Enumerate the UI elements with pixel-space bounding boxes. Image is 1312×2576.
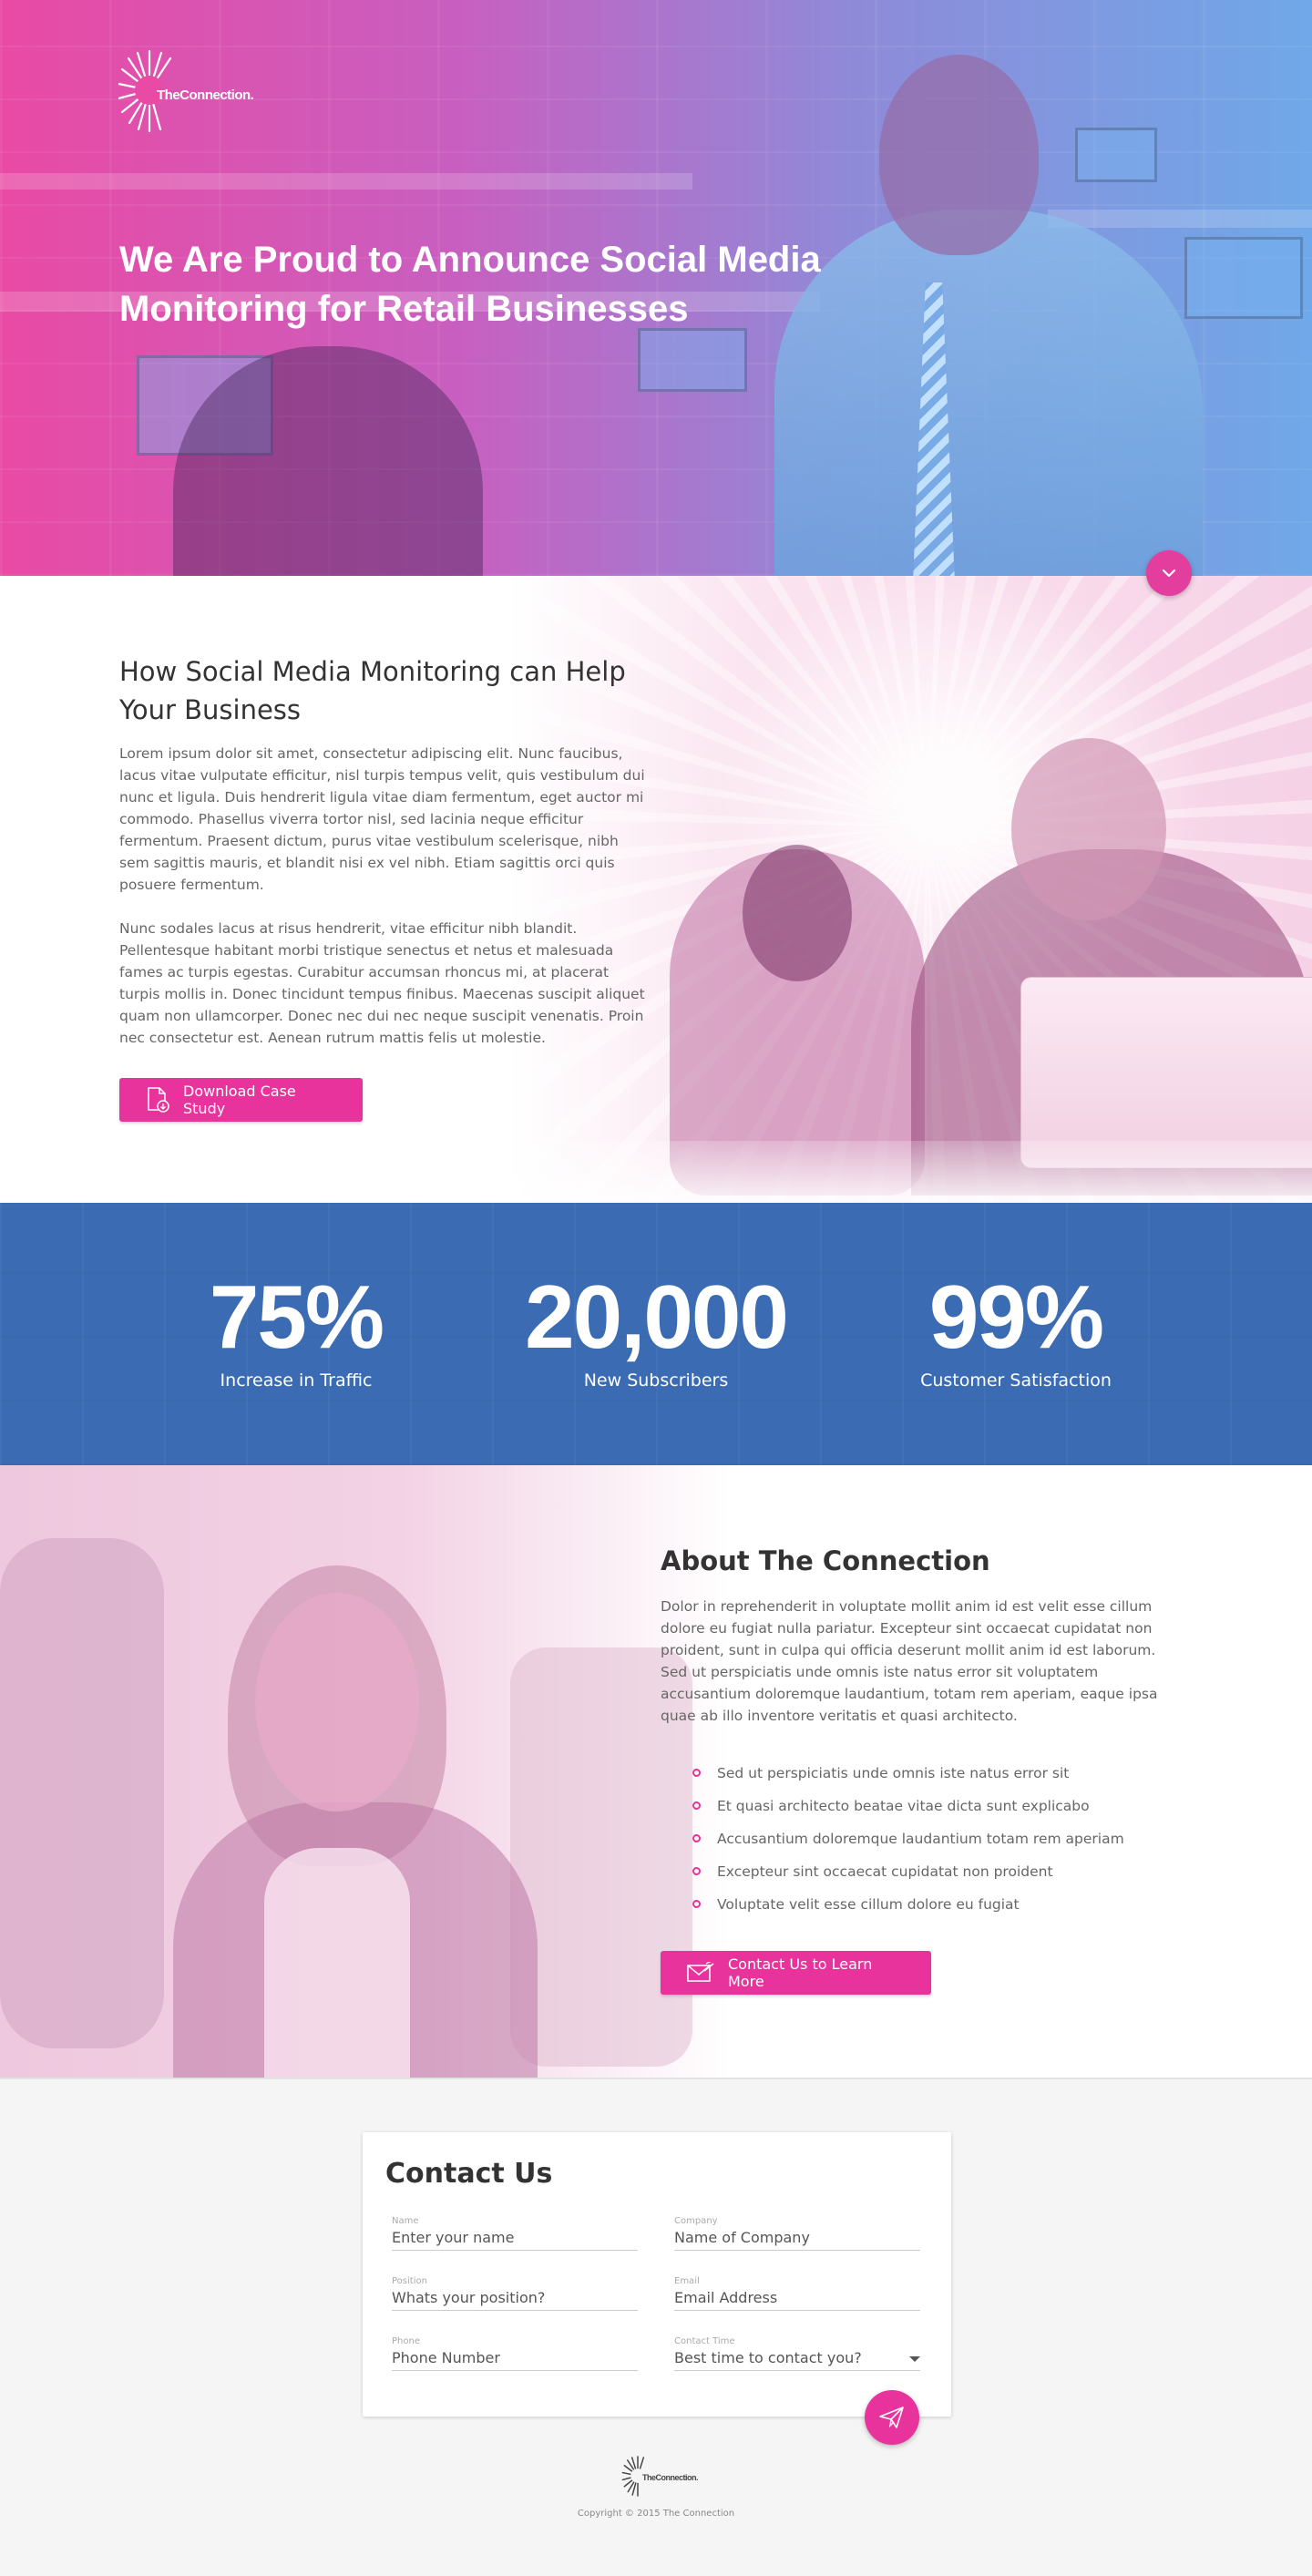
section-title: How Social Media Monitoring can Help You… — [119, 656, 626, 725]
copyright-text: Copyright © 2015 The Connection — [577, 2509, 735, 2519]
stat-value: 99% — [928, 1267, 1104, 1367]
email-label: Email — [674, 2276, 700, 2286]
contact-form-card: Contact Us Name Enter your name Company … — [363, 2132, 951, 2417]
stat-label: New Subscribers — [583, 1370, 729, 1391]
smiling-man-head — [879, 55, 1039, 255]
contact-title: Contact Us — [385, 2158, 553, 2190]
caret-down-icon[interactable] — [909, 2356, 920, 2362]
stat-value: 20,000 — [525, 1267, 789, 1367]
woman-shirt — [264, 1848, 410, 2078]
list-item: Sed ut perspiciatis unde omnis iste natu… — [692, 1757, 1124, 1790]
phone-field[interactable]: Phone Phone Number — [392, 2336, 638, 2371]
list-item-text: Sed ut perspiciatis unde omnis iste natu… — [717, 1765, 1070, 1781]
office-monitor — [1075, 128, 1157, 182]
name-field[interactable]: Name Enter your name — [392, 2216, 638, 2251]
list-item: Et quasi architecto beatae vitae dicta s… — [692, 1790, 1124, 1822]
about-paragraph: Dolor in reprehenderit in voluptate moll… — [661, 1598, 1158, 1724]
stat-label: Increase in Traffic — [220, 1370, 373, 1391]
brand-name: TheConnection. — [157, 87, 254, 103]
position-input[interactable]: Whats your position? — [392, 2287, 638, 2311]
contact-time-label: Contact Time — [674, 2336, 735, 2346]
list-item-text: Excepteur sint occaecat cupidatat non pr… — [717, 1863, 1053, 1880]
download-case-study-button[interactable]: Download Case Study — [119, 1078, 363, 1122]
bullet-icon — [692, 1769, 701, 1777]
contact-us-button[interactable]: Contact Us to Learn More — [661, 1951, 931, 1995]
section-paragraph: Nunc sodales lacus at risus hendrerit, v… — [119, 920, 645, 1046]
stat-traffic: 75% Increase in Traffic — [132, 1267, 460, 1392]
woman-face — [255, 1593, 419, 1811]
stat-satisfaction: 99% Customer Satisfaction — [852, 1267, 1180, 1392]
stat-value: 75% — [209, 1267, 384, 1367]
contact-us-label: Contact Us to Learn More — [728, 1955, 873, 1990]
hero-title: We Are Proud to Announce Social Media Mo… — [119, 240, 821, 329]
background-people — [0, 1538, 164, 2048]
list-item-text: Accusantium doloremque laudantium totam … — [717, 1831, 1124, 1847]
contact-section: Contact Us Name Enter your name Company … — [0, 2079, 1312, 2576]
hero-banner: TheConnection. We Are Proud to Announce … — [0, 0, 1312, 576]
list-item: Excepteur sint occaecat cupidatat non pr… — [692, 1855, 1124, 1888]
office-monitor — [638, 328, 747, 392]
office-monitor — [1184, 237, 1303, 319]
company-input[interactable]: Name of Company — [674, 2227, 920, 2251]
name-input[interactable]: Enter your name — [392, 2227, 638, 2251]
footer-brand-name: TheConnection. — [642, 2473, 699, 2482]
paper-plane-icon — [879, 2407, 904, 2428]
woman-head — [743, 845, 852, 981]
list-item: Accusantium doloremque laudantium totam … — [692, 1822, 1124, 1855]
company-label: Company — [674, 2216, 718, 2226]
document-download-icon — [148, 1087, 169, 1113]
phone-input[interactable]: Phone Number — [392, 2347, 638, 2371]
email-field[interactable]: Email Email Address — [674, 2276, 920, 2311]
position-field[interactable]: Position Whats your position? — [392, 2276, 638, 2311]
about-section: About The Connection Dolor in reprehende… — [0, 1465, 1312, 2078]
list-item-text: Voluptate velit esse cillum dolore eu fu… — [717, 1896, 1020, 1913]
bullet-icon — [692, 1867, 701, 1875]
scroll-down-button[interactable] — [1146, 550, 1192, 596]
about-bullet-list: Sed ut perspiciatis unde omnis iste natu… — [692, 1757, 1124, 1921]
stats-band: 75% Increase in Traffic 20,000 New Subsc… — [0, 1203, 1312, 1465]
about-title: About The Connection — [661, 1545, 990, 1576]
contact-time-value[interactable]: Best time to contact you? — [674, 2347, 920, 2371]
brand-logo[interactable]: TheConnection. — [118, 47, 254, 133]
contact-time-select[interactable]: Contact Time Best time to contact you? — [674, 2336, 920, 2371]
table-fade — [510, 1141, 1312, 1203]
position-label: Position — [392, 2276, 427, 2286]
chevron-down-icon — [1162, 569, 1176, 578]
footer-logo[interactable]: TheConnection. — [620, 2455, 699, 2497]
envelope-icon — [687, 1962, 714, 1982]
name-label: Name — [392, 2216, 419, 2226]
company-field[interactable]: Company Name of Company — [674, 2216, 920, 2251]
bullet-icon — [692, 1900, 701, 1908]
list-item: Voluptate velit esse cillum dolore eu fu… — [692, 1888, 1124, 1921]
bullet-icon — [692, 1834, 701, 1842]
send-button[interactable] — [865, 2390, 919, 2445]
download-case-study-label: Download Case Study — [183, 1083, 296, 1117]
social-monitoring-section: How Social Media Monitoring can Help You… — [0, 576, 1312, 1203]
email-input[interactable]: Email Address — [674, 2287, 920, 2311]
stat-label: Customer Satisfaction — [920, 1370, 1112, 1391]
stat-subscribers: 20,000 New Subscribers — [492, 1267, 820, 1392]
office-desk — [0, 173, 692, 190]
phone-label: Phone — [392, 2336, 420, 2346]
bullet-icon — [692, 1801, 701, 1810]
laptop — [1020, 977, 1312, 1168]
list-item-text: Et quasi architecto beatae vitae dicta s… — [717, 1798, 1090, 1814]
section-paragraph: Lorem ipsum dolor sit amet, consectetur … — [119, 745, 645, 893]
man-head — [1011, 738, 1166, 920]
office-desk — [1048, 210, 1312, 228]
